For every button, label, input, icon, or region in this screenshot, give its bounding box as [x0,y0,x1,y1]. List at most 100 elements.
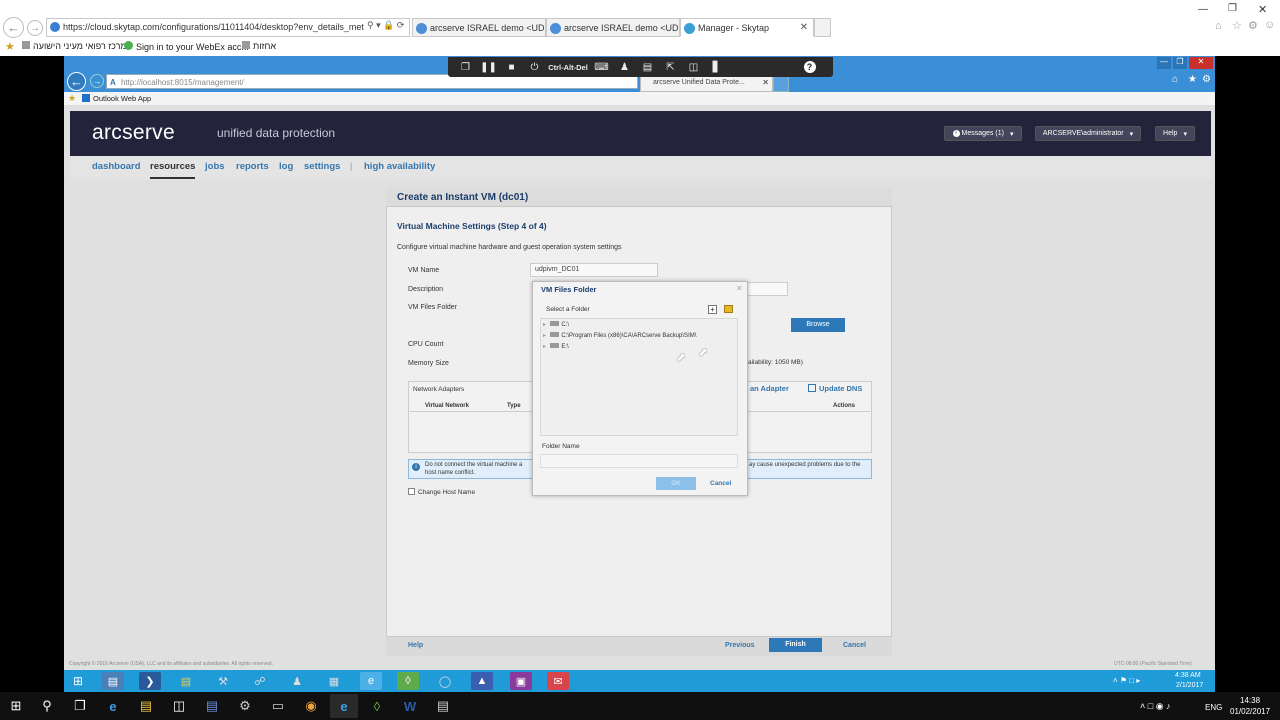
dialog-close-icon[interactable]: ✕ [736,284,743,293]
folder-icon[interactable] [724,305,733,313]
nav-dashboard[interactable]: dashboard [92,161,141,172]
gear-icon[interactable]: ⚙ [1202,74,1211,85]
smiley-icon[interactable]: ☺ [1264,19,1275,31]
nav-log[interactable]: log [279,161,293,172]
minimize-button[interactable]: — [1198,4,1208,15]
description-input[interactable] [746,282,788,296]
add-adapter-link[interactable]: an Adapter [750,384,789,393]
favorite-link-1[interactable]: מרכז רפואי מעיני הישועה [22,41,127,53]
tree-item-c[interactable]: ▸ C:\ [543,321,569,328]
address-bar[interactable]: https://cloud.skytap.com/configurations/… [46,18,410,37]
memory-size-label: Memory Size [408,360,449,367]
power-icon[interactable]: ⏻ [523,57,546,77]
powershell-icon[interactable]: ❯ [139,672,161,690]
minimize-button[interactable]: — [1157,57,1171,69]
users-icon[interactable]: ♟ [286,672,308,690]
clipboard-icon[interactable]: ▤ [636,57,659,77]
ctrl-alt-del-button[interactable]: Ctrl-Alt-Del [546,57,590,77]
media-icon[interactable]: ▣ [510,672,532,690]
home-icon[interactable]: ⌂ [1172,74,1178,85]
dialog-cancel-button[interactable]: Cancel [710,480,731,487]
help-icon[interactable]: ? [798,57,821,77]
vm-name-input[interactable]: udpivm_DC01 [530,263,658,277]
messages-button[interactable]: i Messages (1) ▾ [944,126,1022,141]
keyboard-icon[interactable]: ⌨ [590,57,613,77]
file-explorer-icon[interactable]: ▤ [132,694,160,718]
task-view-icon[interactable]: ❐ [66,694,94,718]
forward-button[interactable]: → [27,20,43,36]
mail-icon[interactable]: ✉ [547,672,569,690]
browse-button[interactable]: Browse [791,318,845,332]
new-folder-icon[interactable]: + [708,305,717,314]
store-icon[interactable]: ◫ [165,694,193,718]
folder-name-input[interactable] [540,454,738,468]
maximize-button[interactable]: ❐ [1228,3,1237,14]
star-icon[interactable]: ☆ [1232,19,1242,32]
resize-icon[interactable]: ⇱ [659,57,682,77]
help-menu-button[interactable]: Help ▾ [1155,126,1195,141]
terminal-icon[interactable]: ▭ [264,694,292,718]
edge-icon[interactable]: e [99,694,127,718]
wizard-cancel-button[interactable]: Cancel [843,642,866,649]
ie-icon[interactable]: e [360,672,382,690]
user-icon[interactable]: ♟ [613,57,636,77]
dialog-ok-button[interactable]: OK [656,477,696,490]
nav-resources[interactable]: resources [150,161,196,179]
star-icon[interactable]: ★ [1188,74,1197,85]
user-menu-button[interactable]: ARCSERVE\administrator ▾ [1035,126,1141,141]
close-tab-icon[interactable]: ✕ [800,22,808,33]
network-icon[interactable]: ☍ [249,672,271,690]
display-icon[interactable]: ◫ [682,57,705,77]
gear-icon[interactable]: ⚙ [1248,19,1258,32]
pause-icon[interactable]: ❚❚ [477,57,500,77]
stats-icon[interactable]: ▋ [705,57,728,77]
close-tab-icon[interactable]: ✕ [762,78,769,87]
close-window-button[interactable]: ✕ [1189,57,1213,69]
ie-icon[interactable]: e [330,694,358,718]
stop-icon[interactable]: ■ [500,57,523,77]
vm-files-folder-input[interactable] [746,318,788,332]
app-icon[interactable]: ⚙ [231,694,259,718]
tab-skytap-manager[interactable]: Manager - Skytap ✕ [680,18,814,37]
arcserve-icon[interactable]: ◊ [397,672,419,690]
chrome-icon[interactable]: ◉ [297,694,325,718]
search-icon[interactable]: ⚲ [33,694,61,718]
finish-button[interactable]: Finish [769,638,822,652]
favorite-link-webex[interactable]: Sign in to your WebEx acc... [124,41,249,53]
tab-arcserve-1[interactable]: arcserve ISRAEL demo <UDP v... [412,18,546,37]
language-indicator[interactable]: ENG [1205,703,1222,712]
tree-item-e[interactable]: ▸ E:\ [543,343,569,350]
file-explorer-icon[interactable]: ▤ [175,672,197,690]
nav-settings[interactable]: settings [304,161,340,172]
restore-button[interactable]: ❐ [1173,57,1187,69]
tree-item-sim[interactable]: ▸ C:\Program Files (x86)\CA\ARCserve Bac… [543,332,707,339]
app-icon[interactable]: ▲ [471,672,493,690]
home-icon[interactable]: ⌂ [1215,20,1222,32]
close-window-button[interactable]: ✕ [1258,3,1267,16]
fit-window-icon[interactable]: ❐ [454,57,477,77]
server-manager-icon[interactable]: ▤ [102,672,124,690]
start-icon[interactable]: ⊞ [66,672,90,690]
favorite-link-3[interactable]: אחזות [242,41,276,53]
update-dns-link[interactable]: Update DNS [808,384,862,393]
back-button[interactable]: ← [67,72,86,91]
wizard-help-link[interactable]: Help [408,642,423,649]
previous-button[interactable]: Previous [725,642,755,649]
arcserve-icon[interactable]: ◊ [363,694,391,718]
nav-jobs[interactable]: jobs [205,161,225,172]
vmware-icon[interactable]: ▦ [323,672,345,690]
change-host-name-checkbox[interactable] [408,488,415,495]
windows-start-icon[interactable]: ⊞ [2,694,30,718]
word-icon[interactable]: W [396,694,424,718]
app-icon[interactable]: ▤ [198,694,226,718]
new-tab-button[interactable] [814,18,831,37]
back-button[interactable]: ← [3,17,24,38]
forward-button[interactable]: → [90,74,104,88]
app-icon[interactable]: ▤ [429,694,457,718]
favorite-outlook[interactable]: Outlook Web App [82,94,151,103]
tab-arcserve-2[interactable]: arcserve ISRAEL demo <UDP v... [546,18,680,37]
console-icon[interactable]: ◯ [434,672,456,690]
nav-high-availability[interactable]: high availability [364,161,435,172]
nav-reports[interactable]: reports [236,161,269,172]
tools-icon[interactable]: ⚒ [212,672,234,690]
